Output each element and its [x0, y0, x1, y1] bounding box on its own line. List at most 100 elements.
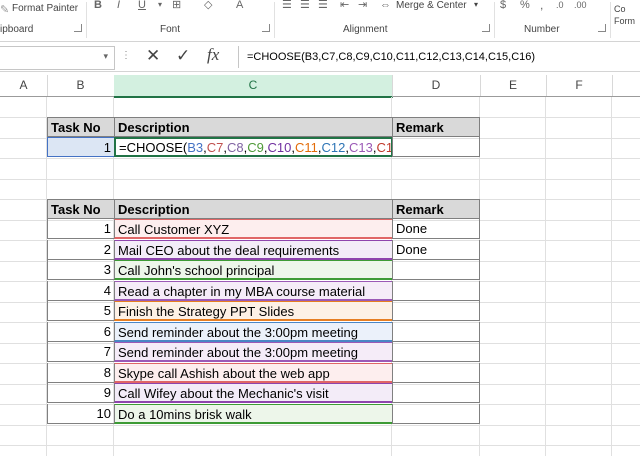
table2-header-remark[interactable]: Remark [392, 199, 480, 219]
table1-header-task-no[interactable]: Task No [47, 117, 115, 137]
group-divider [494, 2, 495, 38]
increase-decimal-icon[interactable]: .0 [556, 0, 564, 12]
task-number-cell[interactable]: 1 [47, 219, 115, 239]
task-remark-cell[interactable]: Done [392, 219, 480, 239]
formula-bar-grip-icon: ⋮ [121, 50, 131, 61]
align-right-icon[interactable]: ☰ [318, 0, 328, 12]
task-remark-cell[interactable] [392, 301, 480, 321]
task-remark-cell[interactable] [392, 383, 480, 403]
task-description-cell[interactable]: Call Wifey about the Mechanic's visit [114, 383, 393, 403]
task-description-cell[interactable]: Finish the Strategy PPT Slides [114, 301, 393, 321]
currency-button[interactable]: $ [500, 0, 506, 12]
formula-reference: C11 [295, 140, 318, 155]
format-painter-icon[interactable]: ✎ [0, 3, 9, 16]
task-description-cell[interactable]: Skype call Ashish about the web app [114, 363, 393, 383]
column-header-e[interactable]: E [480, 75, 547, 96]
formula-reference: C8 [227, 140, 244, 155]
merge-center-button[interactable]: Merge & Center [396, 0, 467, 11]
column-header-c[interactable]: C [114, 75, 393, 98]
task-number-cell[interactable]: 7 [47, 342, 115, 362]
font-color-button[interactable]: A [236, 0, 243, 12]
task-number-cell[interactable]: 8 [47, 363, 115, 383]
formula-reference: C7 [206, 140, 224, 155]
name-box[interactable]: ▾ [0, 46, 115, 70]
task-description-cell[interactable]: Do a 10mins brisk walk [114, 404, 393, 424]
underline-dropdown-icon[interactable]: ▾ [158, 0, 162, 12]
task-number-cell[interactable]: 6 [47, 322, 115, 342]
align-left-icon[interactable]: ☰ [282, 0, 292, 12]
table2-header-description[interactable]: Description [114, 199, 393, 219]
number-launcher-icon[interactable] [598, 24, 606, 32]
task-remark-cell[interactable] [392, 260, 480, 280]
formula-edit-cell[interactable]: =CHOOSE(B3,C7,C8,C9,C10,C11,C12,C13,C14,… [114, 137, 393, 157]
borders-icon[interactable]: ⊞ [172, 0, 181, 12]
comma-style-icon[interactable]: , [540, 0, 543, 12]
font-group-label: Font [160, 24, 181, 35]
italic-button[interactable]: I [117, 0, 120, 12]
formula-reference: B3 [187, 140, 204, 155]
percent-icon[interactable]: % [520, 0, 530, 12]
insert-function-icon[interactable]: fx [207, 45, 219, 65]
formula-input[interactable]: =CHOOSE(B3,C7,C8,C9,C10,C11,C12,C13,C14,… [238, 46, 640, 68]
task-remark-cell[interactable] [392, 281, 480, 301]
column-header-g[interactable] [612, 75, 640, 96]
table1-remark-cell[interactable] [392, 137, 480, 157]
task-number-cell[interactable]: 10 [47, 404, 115, 424]
table1-header-remark[interactable]: Remark [392, 117, 480, 137]
task-number-cell[interactable]: 4 [47, 281, 115, 301]
cancel-icon[interactable]: ✕ [146, 46, 160, 66]
grid-row-line [0, 445, 640, 446]
task-description-cell[interactable]: Send reminder about the 3:00pm meeting [114, 342, 393, 362]
task-remark-cell[interactable]: Done [392, 240, 480, 260]
font-launcher-icon[interactable] [262, 24, 270, 32]
alignment-launcher-icon[interactable] [482, 24, 490, 32]
task-remark-cell[interactable] [392, 404, 480, 424]
grid-row-line [0, 179, 640, 180]
task-description-cell[interactable]: Send reminder about the 3:00pm meeting [114, 322, 393, 342]
task-number-cell[interactable]: 1 [47, 137, 115, 157]
grid-column-line [611, 97, 612, 456]
column-header-a[interactable]: A [0, 75, 48, 96]
name-box-dropdown-icon[interactable]: ▾ [103, 51, 108, 62]
task-number-cell[interactable]: 3 [47, 260, 115, 280]
task-description-cell[interactable]: Read a chapter in my MBA course material [114, 281, 393, 301]
task-number-cell[interactable]: 2 [47, 240, 115, 260]
format-painter-button[interactable]: Format Painter [12, 3, 78, 14]
underline-button[interactable]: U [138, 0, 146, 12]
formula-prefix: =CHOOSE( [119, 140, 188, 155]
task-number-cell[interactable]: 5 [47, 301, 115, 321]
format-as-button[interactable]: Form [614, 16, 635, 26]
task-remark-cell[interactable] [392, 322, 480, 342]
merge-center-icon[interactable]: ⇔ [380, 0, 391, 12]
number-group-label: Number [524, 24, 560, 35]
increase-indent-icon[interactable]: ⇥ [358, 0, 367, 12]
fill-color-icon[interactable]: ◇ [204, 0, 212, 12]
column-header-f[interactable]: F [546, 75, 613, 96]
decrease-indent-icon[interactable]: ⇤ [340, 0, 349, 12]
alignment-group-label: Alignment [343, 24, 388, 35]
conditional-formatting-button[interactable]: Co [614, 4, 626, 14]
decrease-decimal-icon[interactable]: .00 [574, 0, 587, 12]
formula-reference: C12 [321, 140, 346, 155]
task-number-cell[interactable]: 9 [47, 383, 115, 403]
align-center-icon[interactable]: ☰ [300, 0, 310, 12]
column-headers: A B C D E F [0, 75, 640, 98]
merge-dropdown-icon[interactable]: ▾ [474, 0, 478, 9]
formula-reference: C13 [349, 140, 373, 155]
ribbon: ✎ Format Painter ipboard B I U ▾ ⊞ ◇ A F… [0, 0, 640, 42]
task-description-cell[interactable]: Call John's school principal [114, 260, 393, 280]
task-remark-cell[interactable] [392, 363, 480, 383]
task-description-cell[interactable]: Call Customer XYZ [114, 219, 393, 239]
group-divider [86, 2, 87, 38]
task-description-cell[interactable]: Mail CEO about the deal requirements [114, 240, 393, 260]
enter-icon[interactable]: ✓ [176, 46, 190, 66]
bold-button[interactable]: B [94, 0, 102, 12]
table2-header-task-no[interactable]: Task No [47, 199, 115, 219]
group-divider [610, 2, 611, 38]
column-header-d[interactable]: D [392, 75, 481, 96]
column-header-b[interactable]: B [47, 75, 115, 96]
table1-header-description[interactable]: Description [114, 117, 393, 137]
task-remark-cell[interactable] [392, 342, 480, 362]
grid-row-line [0, 158, 640, 159]
clipboard-launcher-icon[interactable] [74, 24, 82, 32]
